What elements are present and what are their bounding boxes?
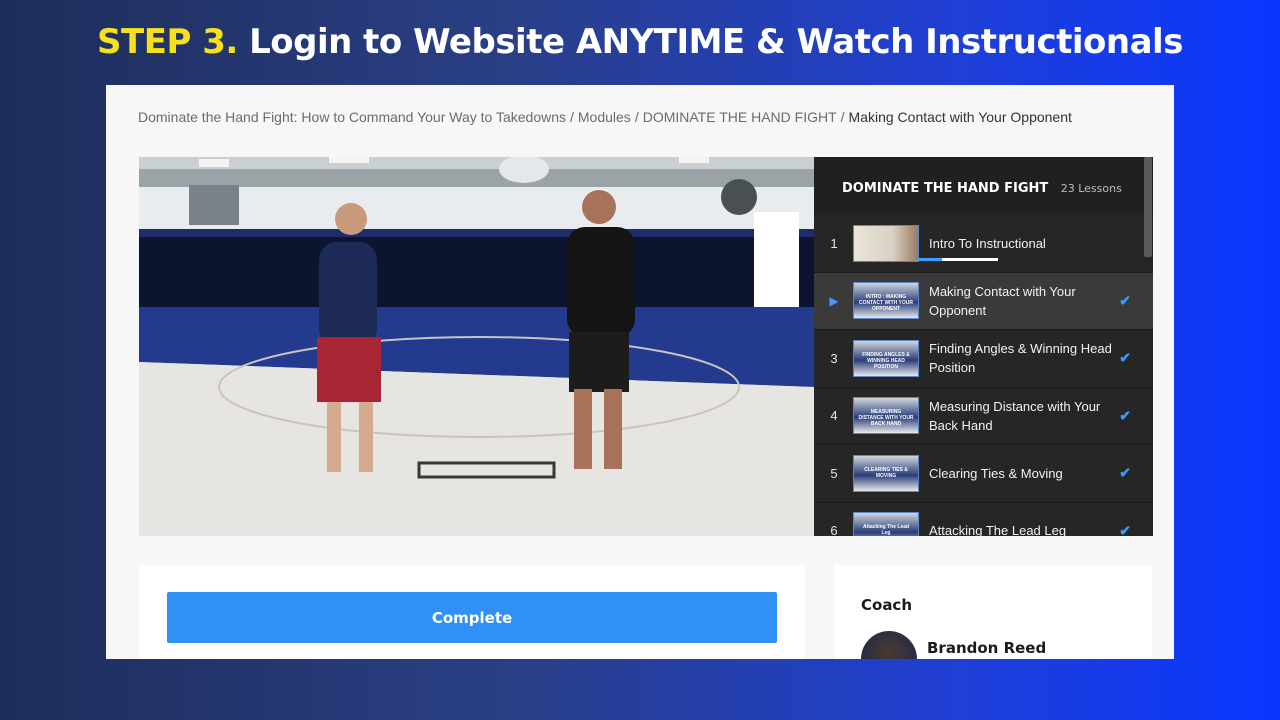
lesson-item[interactable]: 4 MEASURING DISTANCE WITH YOUR BACK HAND… <box>814 388 1153 445</box>
video-frame-image <box>139 157 814 536</box>
lesson-number: 4 <box>830 408 838 424</box>
lesson-actions-card: Complete <box>139 565 805 659</box>
breadcrumb-course-link[interactable]: Dominate the Hand Fight: How to Command … <box>138 109 566 125</box>
lesson-title: Measuring Distance with Your Back Hand <box>929 398 1101 433</box>
lesson-title: Finding Angles & Winning Head Position <box>929 341 1112 376</box>
coach-card: Coach Brandon Reed <box>834 565 1152 659</box>
play-icon: ▶ <box>829 293 839 308</box>
breadcrumb-separator: / <box>840 109 845 125</box>
lesson-progress-fill <box>918 258 942 261</box>
breadcrumb-modules-link[interactable]: Modules <box>578 109 631 125</box>
headline-step: STEP 3. <box>97 22 238 62</box>
lesson-item[interactable]: 3 FINDING ANGLES & WINNING HEAD POSITION… <box>814 330 1153 388</box>
lesson-thumbnail: MEASURING DISTANCE WITH YOUR BACK HAND <box>853 397 919 435</box>
breadcrumb-current: Making Contact with Your Opponent <box>848 109 1072 125</box>
headline-text: Login to Website ANYTIME & Watch Instruc… <box>249 22 1183 62</box>
module-title: DOMINATE THE HAND FIGHT <box>842 181 1049 196</box>
lesson-item[interactable]: 1 Intro To Instructional <box>814 215 1153 273</box>
breadcrumb-separator: / <box>570 109 574 125</box>
coach-name: Brandon Reed <box>927 639 1047 657</box>
website-screenshot-panel: Dominate the Hand Fight: How to Command … <box>106 85 1174 659</box>
checkmark-icon: ✔ <box>1119 349 1131 366</box>
lesson-title: Clearing Ties & Moving <box>929 465 1063 481</box>
sidebar-header: DOMINATE THE HAND FIGHT 23 Lessons <box>814 157 1153 215</box>
lesson-number: 1 <box>830 235 838 251</box>
lesson-thumbnail: Attacking The Lead Leg <box>853 512 919 536</box>
breadcrumb-module-link[interactable]: DOMINATE THE HAND FIGHT <box>643 109 837 125</box>
lesson-number: 3 <box>830 350 838 366</box>
thumbnail-caption: MEASURING DISTANCE WITH YOUR BACK HAND <box>858 409 914 428</box>
lesson-item-active[interactable]: ▶ INTRO : MAKING CONTACT WITH YOUR OPPON… <box>814 272 1153 330</box>
lesson-thumbnail <box>853 224 919 262</box>
page-headline: STEP 3. Login to Website ANYTIME & Watch… <box>0 22 1280 62</box>
breadcrumb: Dominate the Hand Fight: How to Command … <box>138 109 1072 125</box>
lesson-title: Attacking The Lead Leg <box>929 523 1067 536</box>
lesson-number: 6 <box>830 523 838 536</box>
lesson-number: 5 <box>830 465 838 481</box>
checkmark-icon: ✔ <box>1119 407 1131 424</box>
lesson-count: 23 Lessons <box>1060 182 1122 195</box>
lesson-item[interactable]: 5 CLEARING TIES & MOVING Clearing Ties &… <box>814 445 1153 503</box>
lesson-title: Making Contact with Your Opponent <box>929 283 1076 318</box>
breadcrumb-separator: / <box>634 109 639 125</box>
thumbnail-caption: INTRO : MAKING CONTACT WITH YOUR OPPONEN… <box>859 294 913 313</box>
lesson-thumbnail: FINDING ANGLES & WINNING HEAD POSITION <box>853 339 919 377</box>
complete-button[interactable]: Complete <box>167 592 777 643</box>
checkmark-icon: ✔ <box>1119 292 1131 309</box>
lesson-thumbnail: INTRO : MAKING CONTACT WITH YOUR OPPONEN… <box>853 282 919 320</box>
thumbnail-caption: FINDING ANGLES & WINNING HEAD POSITION <box>862 351 910 370</box>
thumbnail-caption: Attacking The Lead Leg <box>862 524 910 536</box>
checkmark-icon: ✔ <box>1119 522 1131 536</box>
lesson-progress-bar <box>918 258 998 261</box>
lesson-sidebar: DOMINATE THE HAND FIGHT 23 Lessons 1 Int… <box>814 157 1153 536</box>
avatar <box>861 631 917 659</box>
coach-heading: Coach <box>861 596 913 614</box>
video-player[interactable] <box>139 157 814 536</box>
lesson-title: Intro To Instructional <box>929 235 1046 251</box>
lesson-thumbnail: CLEARING TIES & MOVING <box>853 454 919 492</box>
lesson-item[interactable]: 6 Attacking The Lead Leg Attacking The L… <box>814 503 1153 536</box>
thumbnail-caption: CLEARING TIES & MOVING <box>864 466 908 479</box>
checkmark-icon: ✔ <box>1119 464 1131 481</box>
